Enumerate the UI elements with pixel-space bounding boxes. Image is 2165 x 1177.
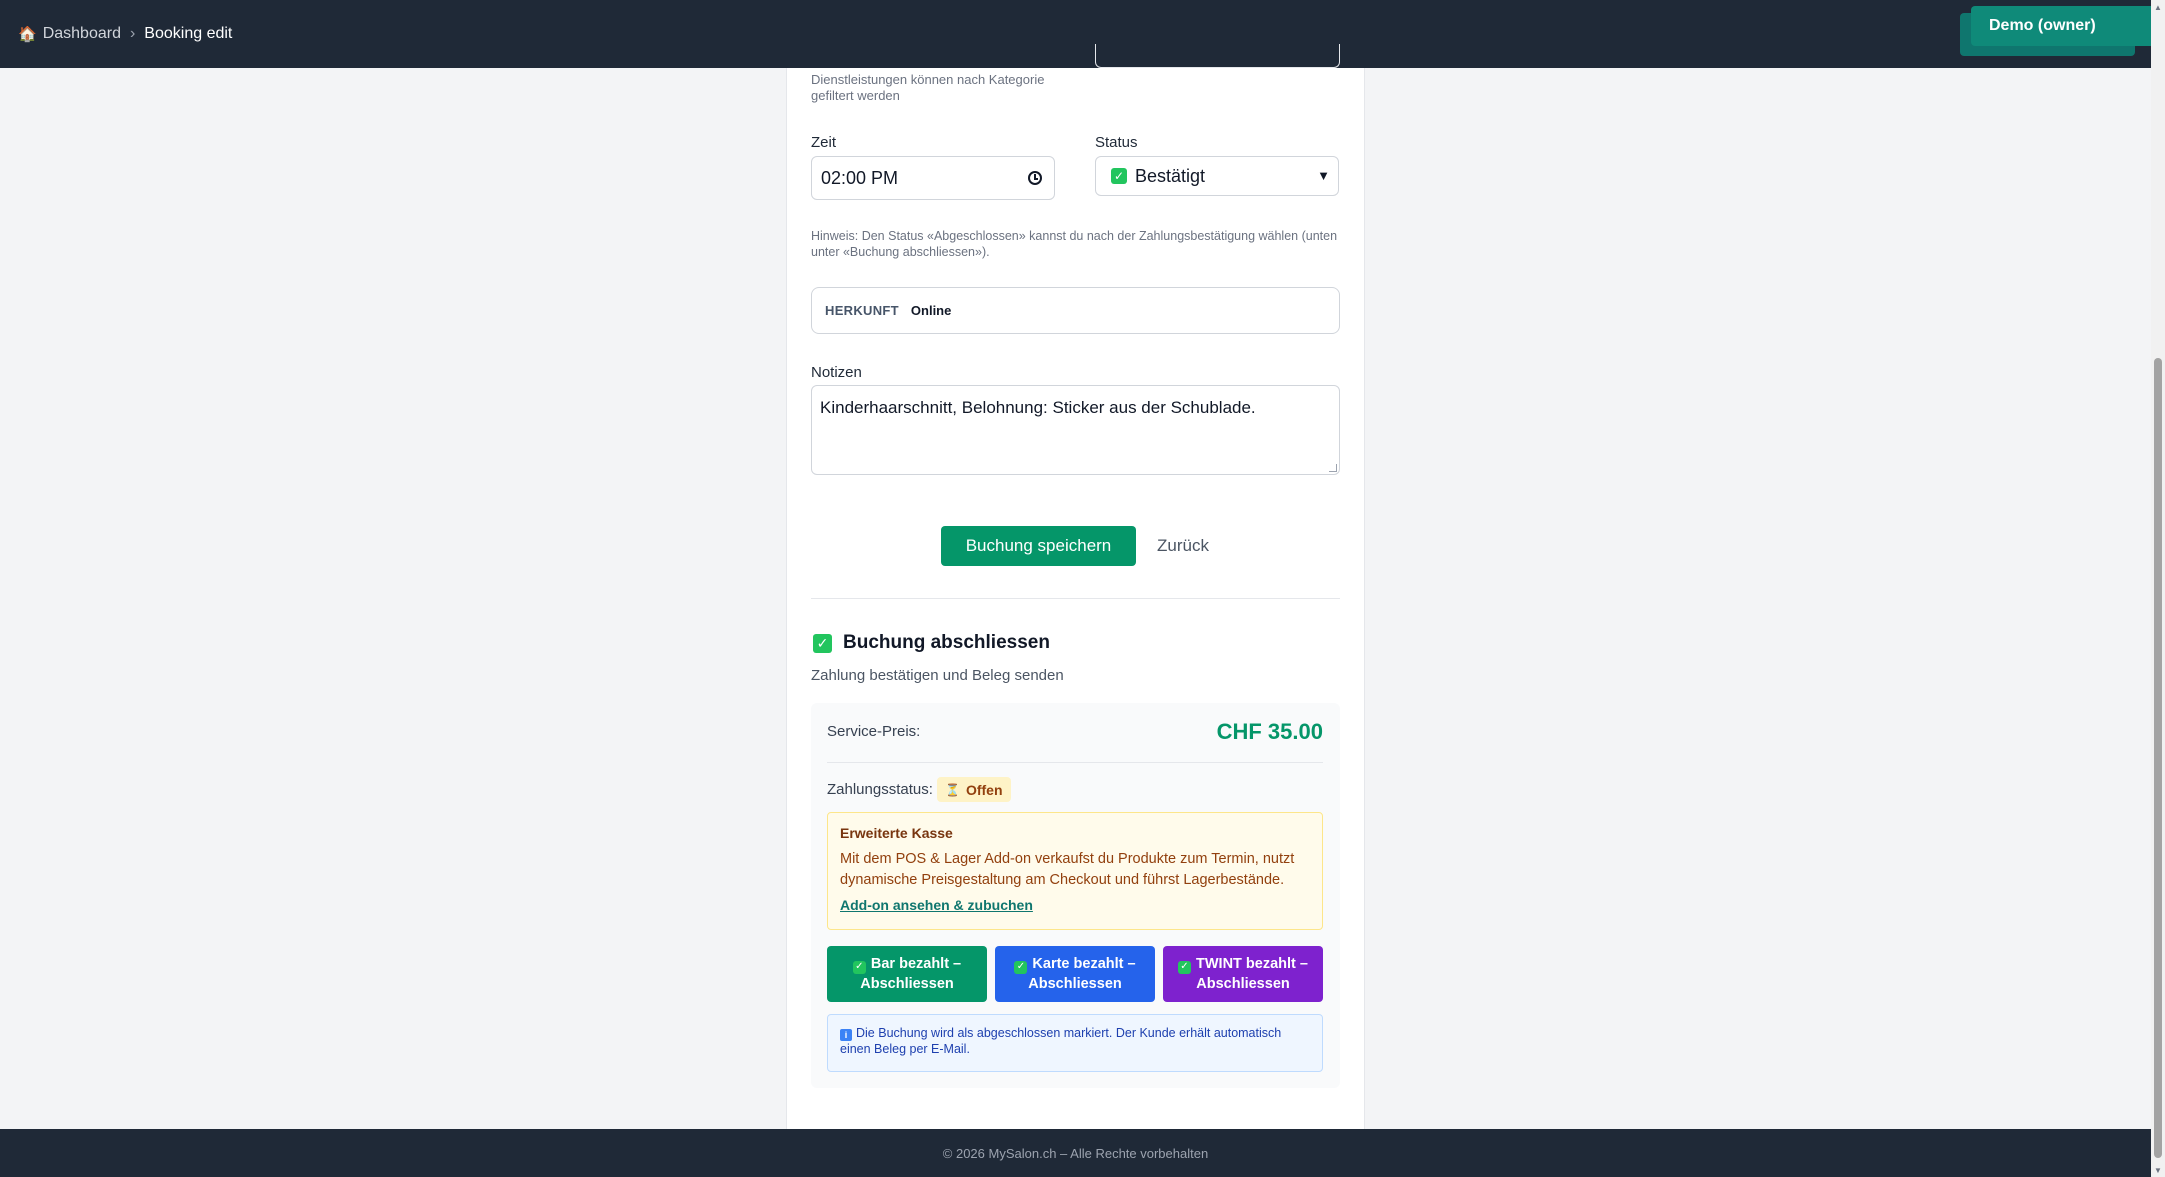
breadcrumb: 🏠 Dashboard › Booking edit [18,25,232,43]
user-menu-button[interactable]: Demo (owner) [1971,6,2156,46]
notes-textarea[interactable]: Kinderhaarschnitt, Belohnung: Sticker au… [811,385,1340,475]
addon-title: Erweiterte Kasse [840,825,953,841]
status-select[interactable]: ✓ Bestätigt ▼ [1095,156,1339,196]
complete-booking-title: Buchung abschliessen [843,632,1050,653]
service-price-label: Service-Preis: [827,723,921,740]
complete-booking-heading: ✓ Buchung abschliessen [813,632,1050,654]
category-select-bottom[interactable] [1095,44,1340,68]
scroll-down-arrow-icon[interactable]: ▼ [2151,1163,2165,1177]
breadcrumb-dashboard-link[interactable]: Dashboard [43,25,121,43]
panel-divider [827,762,1323,763]
completion-info-text: Die Buchung wird als abgeschlossen marki… [840,1026,1282,1056]
addon-promo-box: Erweiterte Kasse Mit dem POS & Lager Add… [827,812,1323,930]
twint-paid-label: TWINT bezahlt – Abschliessen [1196,956,1308,992]
check-box-icon: ✓ [1111,168,1127,184]
house-icon: 🏠 [18,26,37,43]
breadcrumb-current: Booking edit [144,25,233,42]
service-price-value: CHF 35.00 [1216,719,1323,744]
time-label: Zeit [811,134,837,151]
section-divider [811,598,1340,599]
hourglass-icon: ⏳ [945,782,960,797]
scrollbar-thumb[interactable] [2154,358,2162,1158]
top-nav: 🏠 Dashboard › Booking edit [0,0,2151,68]
card-paid-label: Karte bezahlt – Abschliessen [1028,956,1136,992]
notes-label: Notizen [811,364,862,381]
payment-status-value: Offen [965,781,1003,798]
origin-box: HERKUNFT Online [811,287,1340,334]
cash-paid-complete-button[interactable]: ✓ Bar bezahlt – Abschliessen [827,946,987,1002]
status-label: Status [1095,134,1138,151]
scroll-up-arrow-icon[interactable]: ▲ [2151,0,2165,14]
cash-paid-label: Bar bezahlt – Abschliessen [860,956,962,992]
clock-icon[interactable] [1028,171,1042,185]
chevron-down-icon: ▼ [1317,168,1330,183]
time-input-value: 02:00 PM [821,167,899,188]
time-input[interactable]: 02:00 PM [811,156,1055,200]
status-select-value: Bestätigt [1135,165,1206,186]
complete-booking-subtitle: Zahlung bestätigen und Beleg senden [811,667,1064,684]
resize-handle-icon[interactable] [1329,464,1337,472]
twint-paid-complete-button[interactable]: ✓ TWINT bezahlt – Abschliessen [1163,946,1323,1002]
notes-textarea-value: Kinderhaarschnitt, Belohnung: Sticker au… [820,398,1256,417]
footer-copyright: © 2026 MySalon.ch – Alle Rechte vorbehal… [942,1145,1209,1161]
payment-status-label: Zahlungsstatus: [827,781,933,798]
breadcrumb-separator-icon: › [129,25,136,42]
back-link[interactable]: Zurück [1157,526,1209,566]
origin-value: Online [910,303,952,318]
origin-key: HERKUNFT [825,303,899,318]
card-paid-complete-button[interactable]: ✓ Karte bezahlt – Abschliessen [995,946,1155,1002]
completion-info-box: i Die Buchung wird als abgeschlossen mark… [827,1014,1323,1072]
check-box-icon: ✓ [813,633,832,653]
info-icon: i [840,1029,852,1041]
status-hint: Hinweis: Den Status «Abgeschlossen» kann… [811,229,1338,259]
addon-link[interactable]: Add-on ansehen & zubuchen [840,897,1033,913]
payment-status-badge: ⏳ Offen [937,777,1011,802]
page-footer: © 2026 MySalon.ch – Alle Rechte vorbehal… [0,1129,2151,1177]
check-box-icon: ✓ [852,960,866,974]
addon-text: Mit dem POS & Lager Add-on verkaufst du … [840,851,1295,888]
save-booking-button[interactable]: Buchung speichern [941,526,1136,566]
check-box-icon: ✓ [1014,960,1028,974]
category-filter-hint: Dienstleistungen können nach Kategorie g… [811,72,1045,103]
check-box-icon: ✓ [1178,960,1191,974]
